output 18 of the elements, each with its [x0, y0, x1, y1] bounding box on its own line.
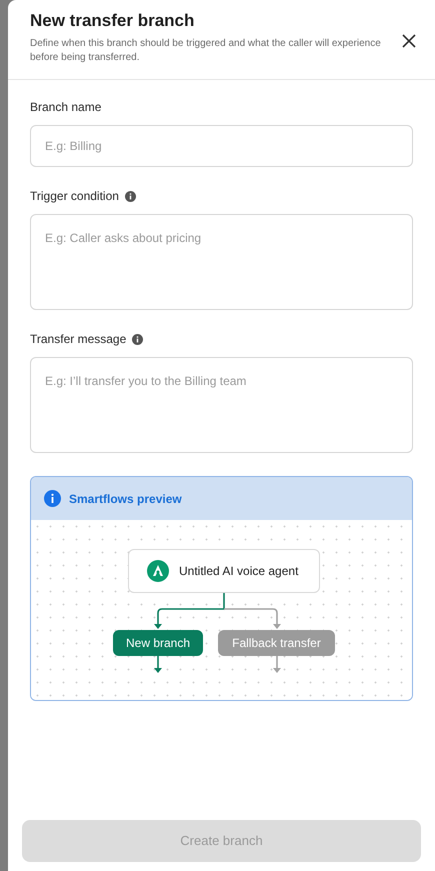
close-icon	[402, 34, 416, 48]
text-area[interactable]: E.g: Caller asks about pricing	[30, 214, 413, 310]
panel-title: New transfer branch	[30, 10, 196, 32]
branch-node: Fallback transfer	[218, 630, 335, 656]
agent-name: Untitled AI voice agent	[179, 563, 298, 580]
agent-icon	[147, 560, 169, 582]
panel-subtitle: Define when this branch should be triggered and what the caller will experience before being transferred.	[30, 37, 382, 65]
preview-title: Smartflows preview	[69, 490, 182, 508]
info-icon[interactable]	[132, 334, 144, 344]
info-icon[interactable]	[124, 190, 136, 202]
input-field[interactable]: E.g: Billing	[30, 125, 413, 167]
info-icon	[44, 490, 61, 507]
field-label: Transfer message	[30, 331, 126, 348]
text-area[interactable]: E.g: I’ll transfer you to the Billing team	[30, 357, 413, 453]
field-label: Trigger condition	[30, 188, 119, 205]
branch-node: New branch	[113, 630, 203, 656]
field-label: Branch name	[30, 99, 102, 116]
connector-line	[224, 608, 281, 673]
